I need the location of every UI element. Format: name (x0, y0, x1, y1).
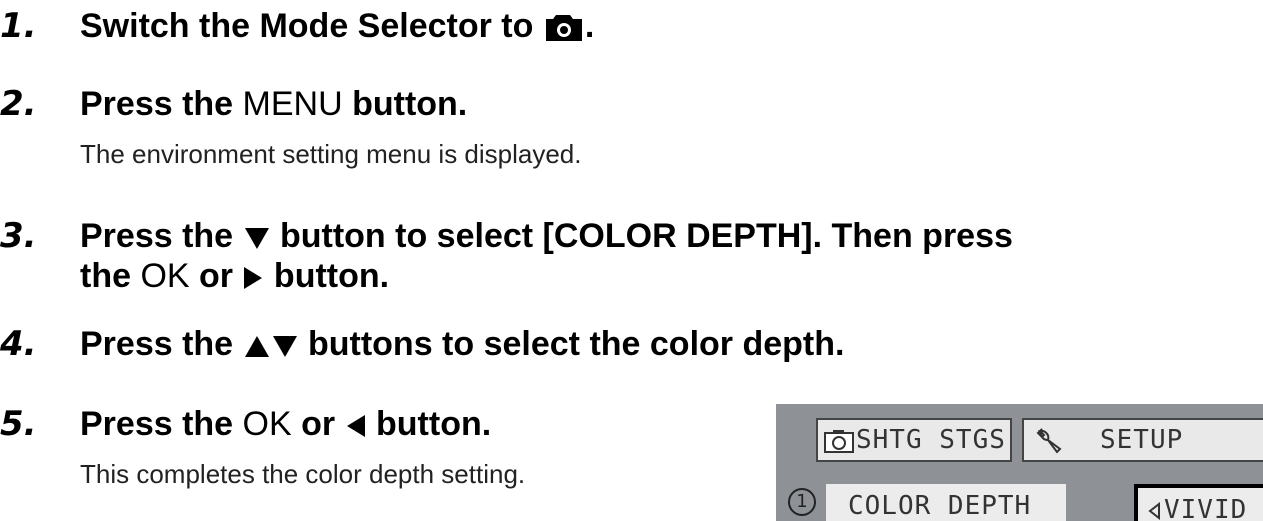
step-text: button. (342, 85, 468, 123)
camera-icon (543, 12, 585, 44)
step-description: The environment setting menu is displaye… (80, 139, 582, 169)
step-instruction: Switch the Mode Selector to . (80, 6, 594, 46)
step-instruction: Press the buttons to select the color de… (80, 324, 844, 364)
step-text: Press the (80, 217, 243, 255)
step-text: or (189, 257, 243, 295)
tab-label: SETUP (1100, 425, 1184, 455)
page-number-badge: 1 (788, 488, 816, 516)
step-text: or (291, 405, 345, 443)
menu-item-color-depth: COLOR DEPTH (826, 484, 1066, 521)
step-text: button. (264, 257, 390, 295)
step-description: This completes the color depth setting. (80, 459, 526, 489)
step-text: button to select [COLOR DEPTH]. Then pre… (270, 217, 1013, 255)
camera-menu-screenshot: SHTG STGS SETUP 1 COLOR DEPTH VIVID (776, 404, 1263, 521)
step-text: Press the (80, 85, 243, 123)
step-text: the (80, 257, 141, 295)
left-arrow-icon (1148, 501, 1160, 520)
step-text: buttons to select the color depth. (298, 325, 845, 363)
step-number: 3. (0, 216, 37, 256)
tab-setup: SETUP (1022, 418, 1263, 462)
menu-item-value: VIVID (1134, 484, 1263, 521)
ok-key-label: OK (242, 405, 292, 443)
step-number: 1. (0, 6, 37, 46)
step-number: 2. (0, 84, 37, 124)
ok-key-label: OK (140, 257, 190, 295)
step-instruction-line-1: Press the button to select [COLOR DEPTH]… (80, 216, 1013, 256)
step-text: Press the (80, 325, 243, 363)
step-instruction: Press the MENU button. (80, 84, 467, 124)
step-number: 5. (0, 404, 37, 444)
step-text: . (584, 7, 595, 45)
right-triangle-icon (242, 265, 264, 291)
step-text: Press the (80, 405, 243, 443)
step-instruction: Press the OK or button. (80, 404, 491, 444)
step-text: Switch the Mode Selector to (80, 7, 543, 45)
step-text: button. (366, 405, 492, 443)
down-triangle-icon (243, 225, 271, 251)
up-down-triangles-icon (243, 333, 299, 359)
tab-shooting-settings: SHTG STGS (816, 418, 1012, 462)
step-number: 4. (0, 324, 37, 364)
wrench-icon (1036, 427, 1062, 455)
menu-value-label: VIVID (1164, 495, 1248, 521)
tab-label: SHTG STGS (856, 425, 1006, 455)
left-triangle-icon (345, 413, 367, 439)
step-instruction-line-2: the OK or button. (80, 256, 389, 296)
camera-icon (824, 429, 854, 453)
menu-key-label: MENU (242, 85, 343, 123)
